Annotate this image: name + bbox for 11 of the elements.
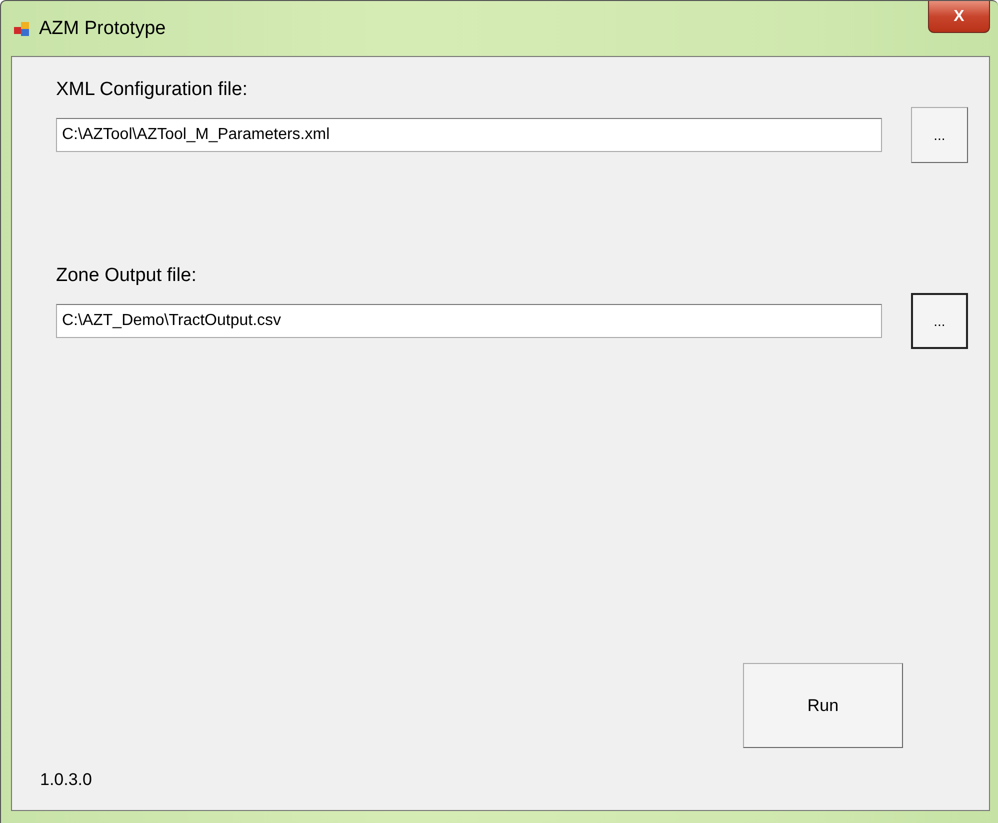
version-text: 1.0.3.0 xyxy=(40,770,92,790)
window-title: AZM Prototype xyxy=(39,18,166,40)
file-path-field[interactable]: C:\AZTool\AZTool_M_Parameters.xml xyxy=(56,118,882,152)
file-path-field[interactable]: C:\AZT_Demo\TractOutput.csv xyxy=(56,304,882,338)
field-label: XML Configuration file: xyxy=(56,79,249,101)
field-label: Zone Output file: xyxy=(56,265,198,287)
app-icon xyxy=(13,20,31,38)
browse-button[interactable]: ... xyxy=(911,107,968,163)
close-button[interactable]: X xyxy=(928,1,990,33)
run-button[interactable]: Run xyxy=(743,663,903,748)
browse-button[interactable]: ... xyxy=(911,293,968,349)
